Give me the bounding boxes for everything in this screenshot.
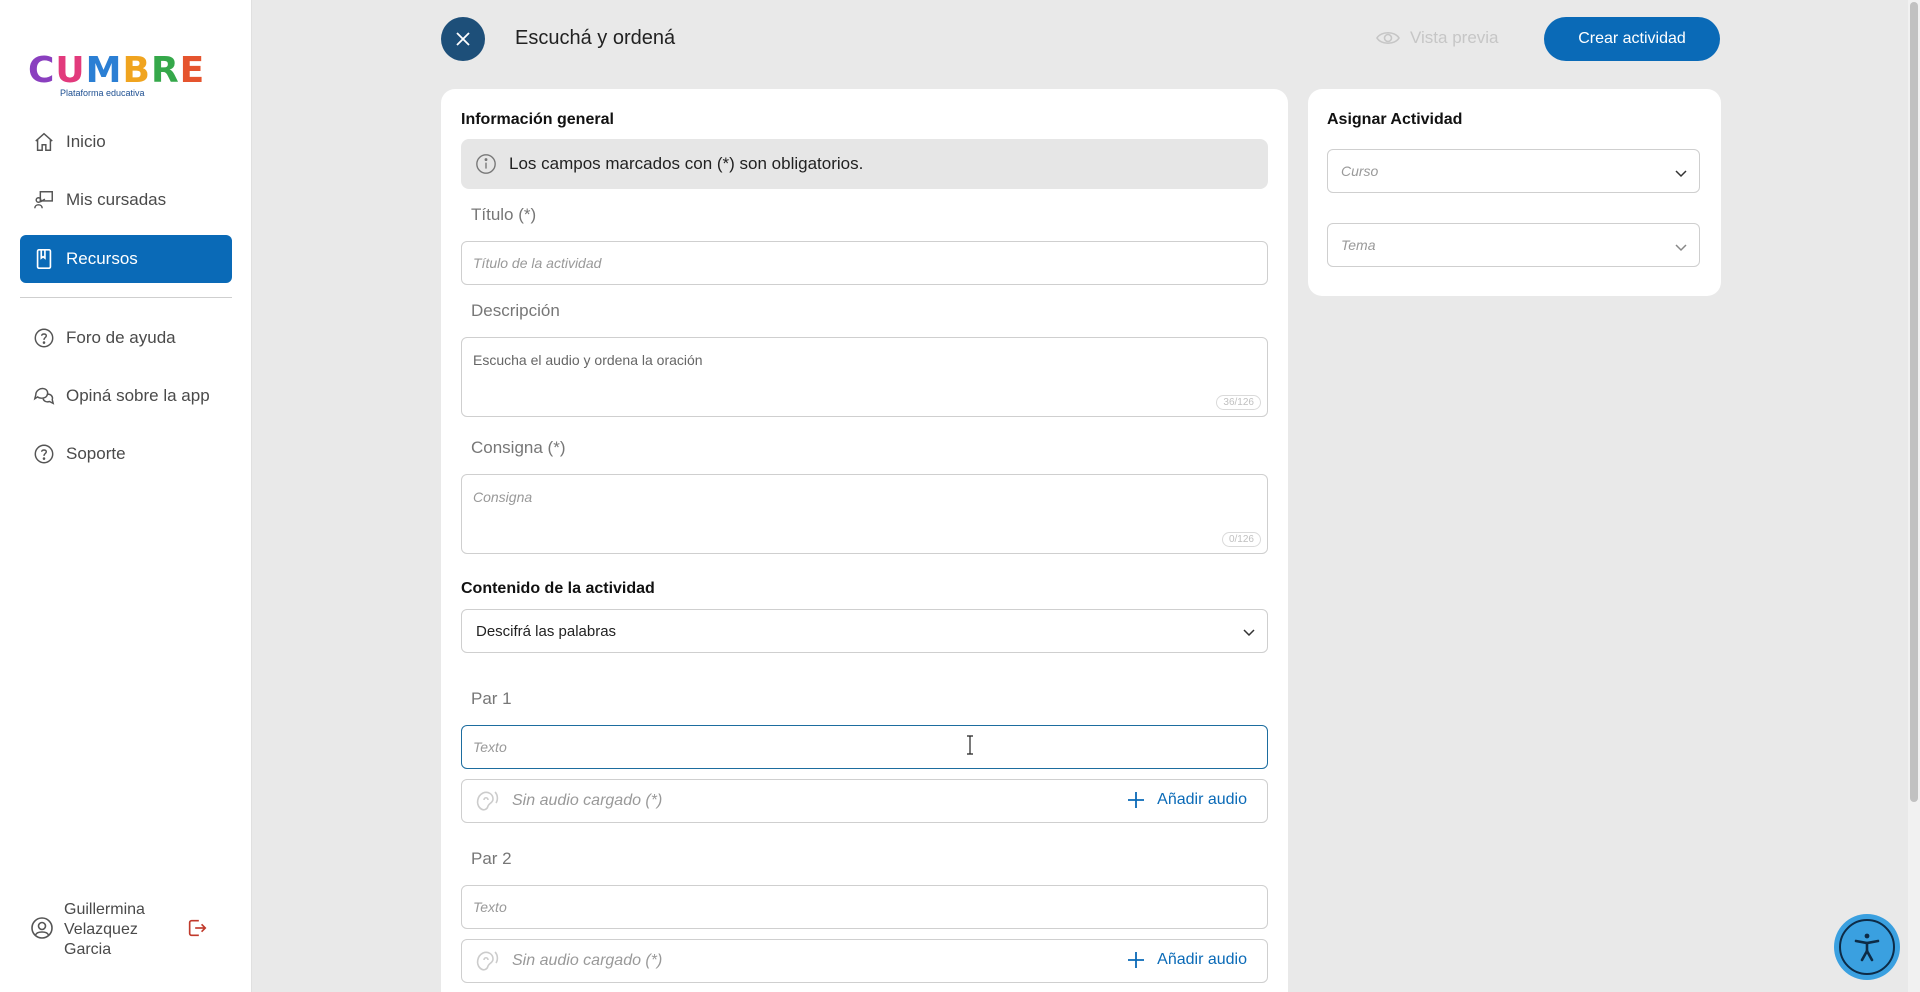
brand-letter: R <box>150 50 180 91</box>
pair-2-audio-status: Sin audio cargado (*) <box>512 952 663 969</box>
content-type-select[interactable]: Descifrá las palabras <box>461 609 1268 653</box>
user-name: Guillermina Velazquez Garcia <box>64 901 145 958</box>
sidebar-item-label: Opiná sobre la app <box>66 386 210 405</box>
text-cursor-icon <box>967 735 973 755</box>
brand-subtitle: Plataforma educativa <box>60 88 145 98</box>
topic-placeholder: Tema <box>1341 237 1376 253</box>
sidebar-item-label: Foro de ayuda <box>66 328 176 347</box>
brand-letter: E <box>179 50 206 91</box>
required-notice: Los campos marcados con (*) son obligato… <box>461 139 1268 189</box>
pair-2-text-input[interactable]: Texto <box>461 885 1268 929</box>
chevron-down-icon <box>1675 244 1687 252</box>
chat-bubbles-icon <box>32 384 56 408</box>
sidebar-item-label: Recursos <box>66 249 138 268</box>
assign-activity-card: Asignar Actividad Curso Tema <box>1308 89 1721 296</box>
pair-1-audio-field: Sin audio cargado (*) Añadir audio <box>461 779 1268 823</box>
brand-letter: C <box>28 50 56 91</box>
preview-label: Vista previa <box>1410 28 1499 47</box>
pair-2-text-placeholder: Texto <box>473 899 507 915</box>
instruction-counter: 0/126 <box>1221 532 1261 547</box>
topic-select[interactable]: Tema <box>1327 223 1700 267</box>
page-scrollbar[interactable] <box>1908 0 1920 992</box>
close-icon <box>456 32 470 46</box>
book-icon <box>32 247 56 271</box>
general-info-heading: Información general <box>461 111 614 128</box>
course-placeholder: Curso <box>1341 163 1379 179</box>
sidebar-item-mis-cursadas[interactable]: Mis cursadas <box>20 176 232 224</box>
pair-1-label: Par 1 <box>471 689 512 708</box>
sidebar-item-soporte[interactable]: Soporte <box>20 430 232 478</box>
help-circle-icon <box>32 326 56 350</box>
sidebar-item-label: Soporte <box>66 444 126 463</box>
brand-logo[interactable]: CUMBRE Plataforma educativa <box>28 50 204 102</box>
brand-wordmark: CUMBRE <box>28 50 204 91</box>
logout-icon[interactable] <box>186 917 208 944</box>
accessibility-icon <box>1839 919 1895 975</box>
teacher-icon <box>32 188 56 212</box>
sidebar-item-label: Inicio <box>66 132 106 151</box>
instruction-textarea[interactable]: Consigna 0/126 <box>461 474 1268 554</box>
close-button[interactable] <box>441 17 485 61</box>
brand-letter: U <box>55 50 86 91</box>
title-placeholder: Título de la actividad <box>473 255 602 271</box>
pair-2-label: Par 2 <box>471 849 512 868</box>
course-select[interactable]: Curso <box>1327 149 1700 193</box>
preview-button[interactable]: Vista previa <box>1376 28 1499 48</box>
content-type-value: Descifrá las palabras <box>476 622 617 640</box>
instruction-placeholder: Consigna <box>473 489 533 505</box>
pair-1-add-audio-button[interactable]: Añadir audio <box>1127 791 1247 809</box>
chevron-down-icon <box>1243 629 1255 637</box>
page-title: Escuchá y ordená <box>515 27 676 49</box>
description-counter: 36/126 <box>1216 395 1261 410</box>
sidebar-item-label: Mis cursadas <box>66 190 167 209</box>
help-circle-icon <box>32 442 56 466</box>
accessibility-button[interactable] <box>1834 914 1900 980</box>
speaker-icon <box>476 791 499 811</box>
create-activity-button[interactable]: Crear actividad <box>1544 17 1720 61</box>
description-value: Escucha el audio y ordena la oración <box>473 352 703 368</box>
plus-icon <box>1128 792 1145 808</box>
brand-letter: B <box>122 50 151 91</box>
sidebar-item-opina[interactable]: Opiná sobre la app <box>20 372 232 420</box>
sidebar: CUMBRE Plataforma educativa Inicio Mis c… <box>0 0 252 992</box>
sidebar-item-recursos[interactable]: Recursos <box>20 235 232 283</box>
pair-1-audio-status: Sin audio cargado (*) <box>512 792 663 809</box>
scrollbar-thumb[interactable] <box>1910 2 1918 802</box>
activity-form-card: Información general Los campos marcados … <box>441 89 1288 992</box>
add-audio-label: Añadir audio <box>1157 951 1247 968</box>
user-profile: Guillermina Velazquez Garcia <box>30 900 230 960</box>
brand-letter: M <box>85 50 123 91</box>
pair-2-audio-field: Sin audio cargado (*) Añadir audio <box>461 939 1268 983</box>
title-input[interactable]: Título de la actividad <box>461 241 1268 285</box>
info-icon <box>476 154 496 174</box>
title-label: Título (*) <box>471 205 537 224</box>
home-icon <box>32 130 56 154</box>
eye-icon <box>1376 31 1400 45</box>
description-textarea[interactable]: Escucha el audio y ordena la oración 36/… <box>461 337 1268 417</box>
assign-heading: Asignar Actividad <box>1327 111 1463 128</box>
speaker-icon <box>476 951 499 971</box>
plus-icon <box>1128 952 1145 968</box>
sidebar-item-inicio[interactable]: Inicio <box>20 118 232 166</box>
instruction-label: Consigna (*) <box>471 438 566 457</box>
pair-1-text-placeholder: Texto <box>473 739 507 755</box>
pair-2-add-audio-button[interactable]: Añadir audio <box>1127 951 1247 969</box>
user-avatar-icon <box>30 916 54 945</box>
sidebar-divider <box>20 297 232 298</box>
pair-1-text-input[interactable]: Texto <box>461 725 1268 769</box>
add-audio-label: Añadir audio <box>1157 791 1247 808</box>
required-notice-text: Los campos marcados con (*) son obligato… <box>509 154 864 173</box>
content-heading: Contenido de la actividad <box>461 580 655 597</box>
description-label: Descripción <box>471 301 560 320</box>
sidebar-item-foro-de-ayuda[interactable]: Foro de ayuda <box>20 314 232 362</box>
chevron-down-icon <box>1675 170 1687 178</box>
